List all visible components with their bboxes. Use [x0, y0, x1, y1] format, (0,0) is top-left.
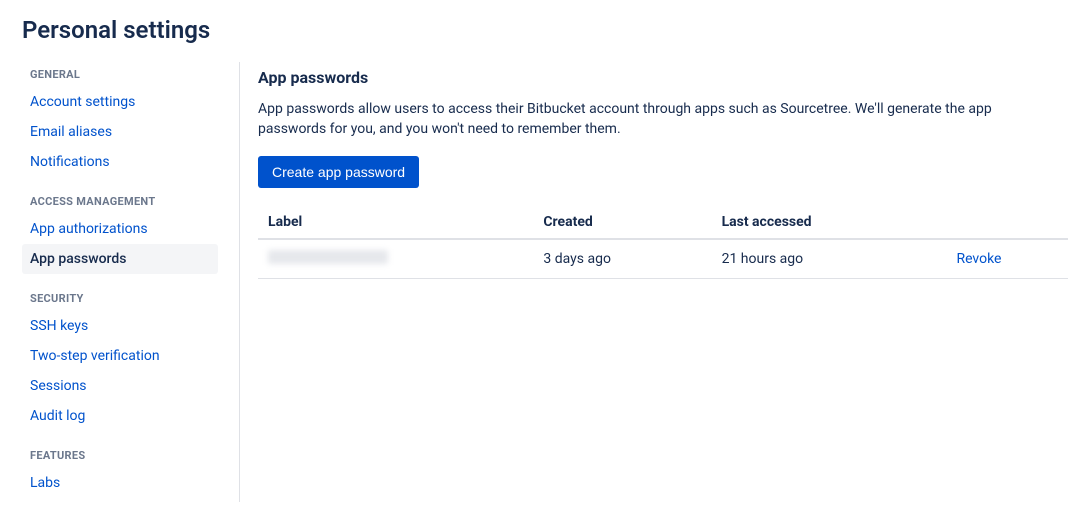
sidebar-item-notifications[interactable]: Notifications: [22, 147, 218, 177]
page-title: Personal settings: [0, 0, 1086, 62]
revoke-link[interactable]: Revoke: [956, 251, 1001, 267]
table-header-action: [946, 206, 1068, 239]
sidebar-item-two-step[interactable]: Two-step verification: [22, 341, 218, 371]
sidebar-item-app-passwords[interactable]: App passwords: [22, 244, 218, 274]
table-cell-last-accessed: 21 hours ago: [712, 239, 947, 279]
sidebar: GENERAL Account settings Email aliases N…: [0, 62, 240, 502]
table-cell-label: [258, 239, 533, 279]
sidebar-item-labs[interactable]: Labs: [22, 468, 218, 498]
main-content: App passwords App passwords allow users …: [240, 62, 1086, 502]
table-header-label: Label: [258, 206, 533, 239]
sidebar-item-app-authorizations[interactable]: App authorizations: [22, 214, 218, 244]
table-header-last-accessed: Last accessed: [712, 206, 947, 239]
main-title: App passwords: [258, 62, 1068, 99]
sidebar-group-header-general: GENERAL: [22, 62, 239, 87]
sidebar-group-header-security: SECURITY: [22, 282, 239, 311]
table-cell-action: Revoke: [946, 239, 1068, 279]
table-row: 3 days ago 21 hours ago Revoke: [258, 239, 1068, 279]
blurred-label: [268, 250, 388, 264]
app-passwords-table: Label Created Last accessed 3 days ago 2…: [258, 206, 1068, 279]
sidebar-item-ssh-keys[interactable]: SSH keys: [22, 311, 218, 341]
table-header-created: Created: [533, 206, 711, 239]
sidebar-item-email-aliases[interactable]: Email aliases: [22, 117, 218, 147]
sidebar-group-header-access: ACCESS MANAGEMENT: [22, 185, 239, 214]
sidebar-group-header-features: FEATURES: [22, 439, 239, 468]
sidebar-item-sessions[interactable]: Sessions: [22, 371, 218, 401]
sidebar-item-audit-log[interactable]: Audit log: [22, 401, 218, 431]
table-cell-created: 3 days ago: [533, 239, 711, 279]
sidebar-item-account-settings[interactable]: Account settings: [22, 87, 218, 117]
create-app-password-button[interactable]: Create app password: [258, 156, 419, 188]
main-description: App passwords allow users to access thei…: [258, 99, 1038, 156]
